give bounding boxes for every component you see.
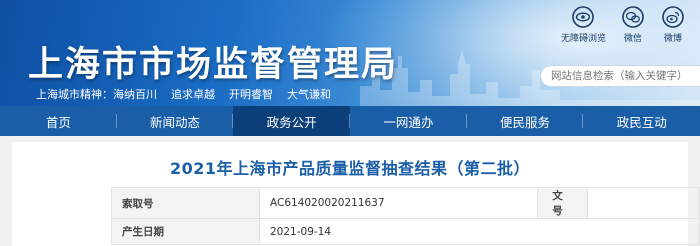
wechat-link[interactable]: 微信 — [620, 6, 646, 44]
nav-item-public-services[interactable]: 便民服务 — [467, 106, 584, 136]
nav-item-news[interactable]: 新闻动态 — [117, 106, 234, 136]
quick-links: 无障碍浏览 微信 微博 — [561, 6, 686, 44]
meta-label-publish-date: 产生日期 — [111, 218, 260, 245]
accessibility-label: 无障碍浏览 — [560, 34, 606, 44]
nav-item-online-services[interactable]: 一网通办 — [350, 106, 467, 136]
slogan-part: 上海城市精神：海纳百川 — [36, 88, 157, 101]
wechat-label: 微信 — [623, 34, 642, 44]
meta-label-index-number: 索取号 — [111, 187, 260, 219]
slogan-part: 追求卓越 — [171, 88, 215, 101]
article-meta-table: 索取号 AC614020020211637 文号 产生日期 2021-09-14 — [111, 187, 700, 245]
nav-item-home[interactable]: 首页 — [0, 106, 117, 136]
weibo-label: 微博 — [663, 34, 682, 44]
weibo-link[interactable]: 微博 — [660, 6, 686, 44]
accessibility-link[interactable]: 无障碍浏览 — [561, 6, 606, 44]
wechat-icon — [622, 6, 644, 28]
nav-item-government-affairs[interactable]: 政务公开 — [233, 106, 351, 136]
search-input[interactable] — [551, 70, 700, 82]
slogan-part: 大气谦和 — [287, 88, 331, 101]
article-title: 2021年上海市产品质量监督抽查结果（第二批） — [169, 159, 531, 178]
site-search-box[interactable] — [540, 65, 700, 87]
meta-value-publish-date: 2021-09-14 — [259, 218, 700, 245]
site-title: 上海市市场监督管理局 — [28, 45, 399, 85]
nav-item-interaction[interactable]: 政民互动 — [583, 106, 700, 136]
weibo-icon — [662, 6, 684, 28]
slogan-part: 开明睿智 — [229, 88, 273, 101]
city-spirit-slogan: 上海城市精神：海纳百川 追求卓越 开明睿智 大气谦和 — [36, 86, 331, 102]
meta-value-index-number: AC614020020211637 — [259, 187, 538, 219]
main-nav: 首页 新闻动态 政务公开 一网通办 便民服务 政民互动 — [0, 106, 700, 136]
eye-icon — [572, 6, 595, 28]
meta-value-document-number — [587, 187, 700, 219]
table-row: 产生日期 2021-09-14 — [111, 218, 700, 245]
header-banner: 上海市市场监督管理局 上海城市精神：海纳百川 追求卓越 开明睿智 大气谦和 无障… — [0, 0, 700, 106]
table-row: 索取号 AC614020020211637 文号 — [111, 187, 700, 219]
meta-label-document-number: 文号 — [537, 187, 588, 219]
